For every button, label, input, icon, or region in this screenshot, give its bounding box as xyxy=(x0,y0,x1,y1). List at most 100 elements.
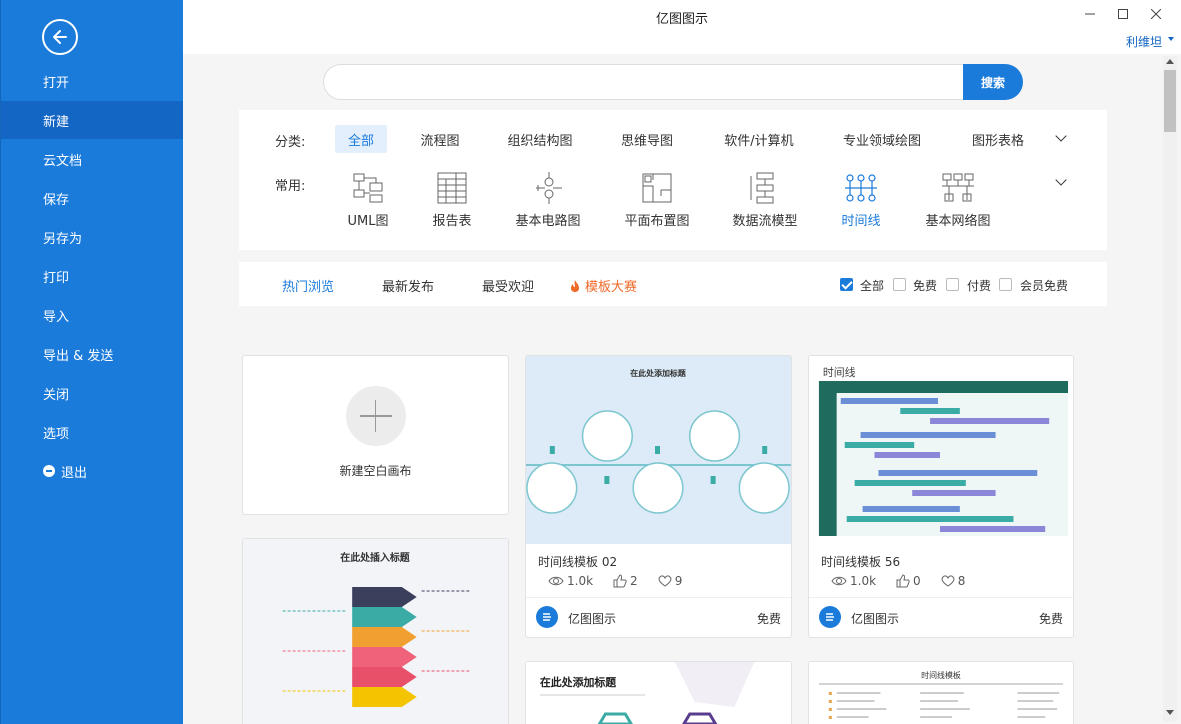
category-tab-professional[interactable]: 专业领域绘图 xyxy=(831,125,933,153)
common-item-label: 报告表 xyxy=(432,214,472,229)
close-icon xyxy=(1151,9,1161,19)
sidebar-item-import[interactable]: 导入 xyxy=(1,296,183,334)
sort-tab-popular[interactable]: 最受欢迎 xyxy=(482,276,534,295)
template-thumbnail: 时间线模板 xyxy=(809,662,1073,724)
template-card-preview[interactable]: 时间线模板 xyxy=(808,661,1074,724)
sidebar-item-new[interactable]: 新建 xyxy=(1,101,183,139)
template-card-timeline-02[interactable]: 在此处添加标题 时间线模板 02 1.0k 2 9 亿图图示 免费 xyxy=(525,355,792,638)
chevron-down-icon[interactable] xyxy=(1055,130,1067,142)
common-item-label: 基本网络图 xyxy=(925,214,991,229)
search-input[interactable] xyxy=(323,64,965,100)
uml-icon xyxy=(353,173,383,203)
new-blank-canvas-card[interactable]: 新建空白画布 xyxy=(242,355,509,515)
thumb-title: 在此处添加标题 xyxy=(630,368,686,378)
sort-tab-hot[interactable]: 热门浏览 xyxy=(282,276,334,295)
chevron-down-icon[interactable] xyxy=(1055,174,1067,186)
filter-all-label: 全部 xyxy=(860,279,885,293)
title-bar: 亿图图示 利维坦 xyxy=(183,0,1181,54)
brand-name: 亿图图示 xyxy=(851,612,900,626)
template-card-preview[interactable]: 在此处添加标题 xyxy=(525,661,792,724)
contest-link[interactable]: 模板大赛 xyxy=(569,276,637,295)
floorplan-icon xyxy=(642,173,672,203)
category-tab-graphic-table[interactable]: 图形表格 xyxy=(957,125,1039,153)
scrollbar-thumb[interactable] xyxy=(1164,70,1176,132)
filter-paid-label: 付费 xyxy=(967,279,992,293)
network-icon xyxy=(942,173,974,202)
card-footer: 亿图图示 免费 xyxy=(526,597,791,637)
circuit-icon xyxy=(536,172,562,204)
sidebar: 打开 新建 云文档 保存 另存为 打印 导入 导出 & 发送 关闭 选项 退出 xyxy=(0,0,183,724)
maximize-button[interactable] xyxy=(1113,5,1133,23)
scrollbar-track[interactable] xyxy=(1163,56,1177,722)
common-item-label: 时间线 xyxy=(841,214,881,229)
template-thumbnail: 在此处添加标题 xyxy=(526,356,791,544)
likes-count: 0 xyxy=(913,574,921,588)
category-tab-all[interactable]: 全部 xyxy=(335,125,387,153)
category-label: 分类: xyxy=(275,135,306,150)
sidebar-item-open[interactable]: 打开 xyxy=(1,62,183,100)
scroll-up-icon[interactable] xyxy=(1166,59,1174,64)
sidebar-item-exit[interactable]: 退出 xyxy=(1,452,183,490)
common-item-report[interactable]: 报告表 xyxy=(407,170,497,229)
sidebar-item-save[interactable]: 保存 xyxy=(1,179,183,217)
sidebar-item-label: 另存为 xyxy=(43,231,83,247)
user-menu[interactable]: 利维坦 xyxy=(1126,33,1162,50)
common-item-label: 数据流模型 xyxy=(732,214,798,229)
scroll-down-icon[interactable] xyxy=(1166,710,1174,715)
sidebar-item-label: 导出 & 发送 xyxy=(43,348,114,364)
thumb-title: 在此处插入标题 xyxy=(340,551,409,564)
sidebar-item-print[interactable]: 打印 xyxy=(1,257,183,295)
common-item-dataflow[interactable]: 数据流模型 xyxy=(720,170,810,229)
category-panel: 分类: 全部 流程图 组织结构图 思维导图 软件/计算机 专业领域绘图 图形表格… xyxy=(239,110,1107,250)
common-item-timeline[interactable]: 时间线 xyxy=(816,170,906,229)
price-label: 免费 xyxy=(756,612,781,626)
sidebar-item-cloud-docs[interactable]: 云文档 xyxy=(1,140,183,178)
sidebar-item-options[interactable]: 选项 xyxy=(1,413,183,451)
plus-icon xyxy=(345,386,406,446)
maximize-icon xyxy=(1118,9,1128,19)
minus-circle-icon xyxy=(43,465,55,477)
common-item-floorplan[interactable]: 平面布置图 xyxy=(612,170,702,229)
search-button[interactable]: 搜索 xyxy=(963,64,1023,100)
common-item-network[interactable]: 基本网络图 xyxy=(913,170,1003,229)
filter-all-checkbox[interactable] xyxy=(840,278,853,291)
category-tab-software[interactable]: 软件/计算机 xyxy=(711,125,807,153)
card-title: 时间线模板 02 xyxy=(538,555,618,569)
price-label: 免费 xyxy=(1038,612,1063,626)
filter-paid-checkbox[interactable] xyxy=(946,278,959,291)
common-label: 常用: xyxy=(275,179,306,194)
minimize-icon xyxy=(1085,13,1095,15)
fire-icon xyxy=(571,279,579,292)
minimize-button[interactable] xyxy=(1080,5,1100,23)
back-arrow-icon xyxy=(53,30,67,44)
category-tab-flowchart[interactable]: 流程图 xyxy=(407,125,473,153)
filter-free-checkbox[interactable] xyxy=(893,278,906,291)
template-thumbnail: 时间线 xyxy=(809,356,1073,544)
common-item-uml[interactable]: UML图 xyxy=(323,170,413,229)
template-thumbnail: 在此处添加标题 xyxy=(526,662,791,724)
caret-down-icon[interactable] xyxy=(1168,37,1174,41)
template-card-preview[interactable]: 在此处插入标题 xyxy=(242,538,509,724)
sidebar-item-label: 选项 xyxy=(43,426,70,442)
close-window-button[interactable] xyxy=(1146,5,1166,23)
dataflow-icon xyxy=(750,172,774,204)
heart-icon xyxy=(941,575,955,587)
sidebar-item-label: 导入 xyxy=(43,309,70,325)
views-count: 1.0k xyxy=(567,574,594,588)
sort-tab-latest[interactable]: 最新发布 xyxy=(382,276,434,295)
filter-member-free-checkbox[interactable] xyxy=(999,278,1012,291)
common-item-circuit[interactable]: 基本电路图 xyxy=(503,170,593,229)
category-tab-mind-map[interactable]: 思维导图 xyxy=(609,125,685,153)
thumb-title: 时间线模板 xyxy=(921,670,961,680)
sidebar-item-save-as[interactable]: 另存为 xyxy=(1,218,183,256)
contest-label: 模板大赛 xyxy=(585,280,638,295)
views-count: 1.0k xyxy=(850,574,877,588)
sidebar-item-export-send[interactable]: 导出 & 发送 xyxy=(1,335,183,373)
sidebar-item-close[interactable]: 关闭 xyxy=(1,374,183,412)
template-card-timeline-56[interactable]: 时间线 时间线模板 56 1.0k 0 8 亿图图示 免费 xyxy=(808,355,1074,638)
common-item-label: 平面布置图 xyxy=(624,214,690,229)
filter-free-label: 免费 xyxy=(913,279,938,293)
thumbs-up-icon xyxy=(896,574,910,588)
category-tab-org-chart[interactable]: 组织结构图 xyxy=(497,125,583,153)
back-button[interactable] xyxy=(42,19,78,55)
